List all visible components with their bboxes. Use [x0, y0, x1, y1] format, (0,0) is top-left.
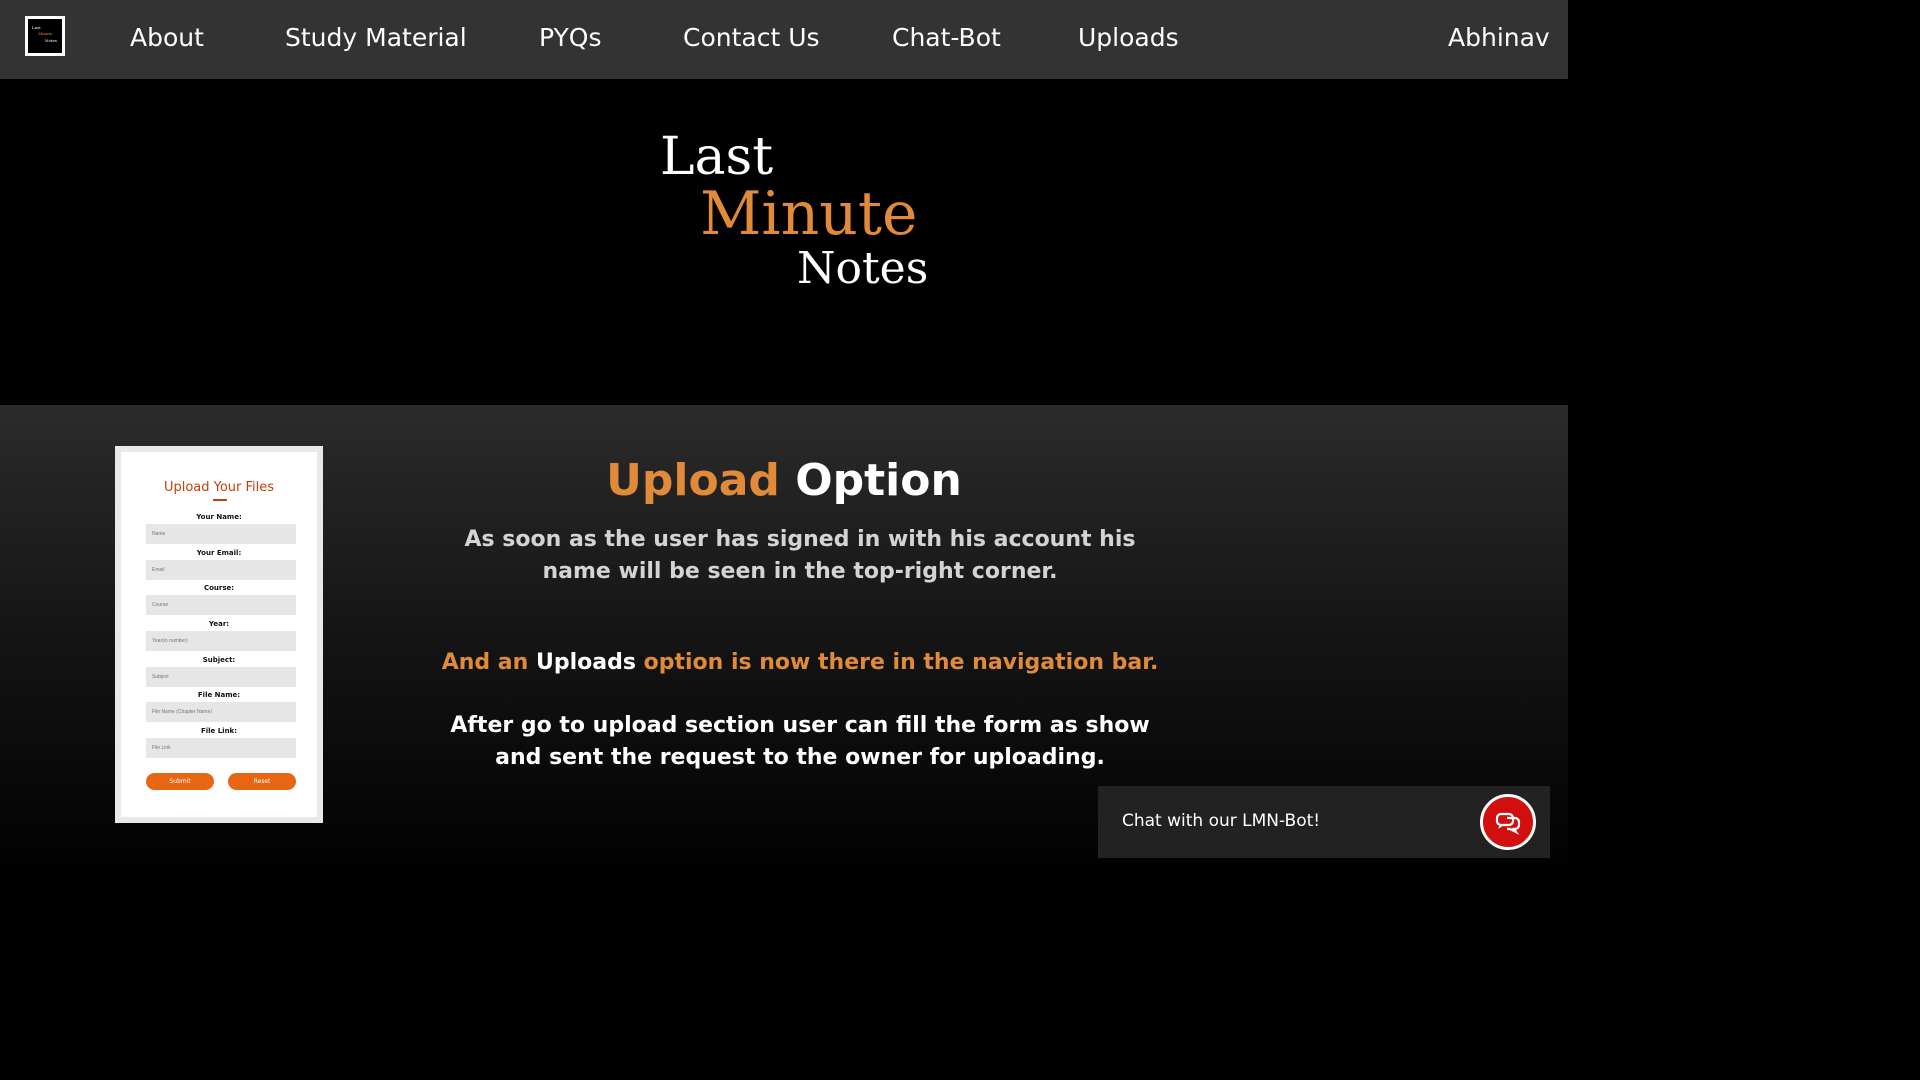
form-label-year: Year: [208, 620, 230, 628]
chat-bubbles-icon [1495, 812, 1521, 835]
form-title-underline [213, 499, 227, 501]
form-file-link-input[interactable] [146, 738, 296, 758]
nav-link-chat-bot[interactable]: Chat-Bot [892, 23, 1001, 52]
chat-open-button[interactable] [1480, 794, 1536, 850]
hero-logo-minute: Minute [700, 179, 918, 249]
form-file-name-input[interactable] [146, 702, 296, 722]
p2-uploads-highlight: Uploads [535, 650, 636, 675]
nav-user-name[interactable]: Abhinav [1448, 23, 1550, 52]
nav-logo-line3: Notes [45, 38, 57, 43]
nav-link-study-material[interactable]: Study Material [285, 23, 467, 52]
form-label-course: Course: [203, 584, 235, 592]
chat-widget[interactable]: Chat with our LMN-Bot! [1098, 786, 1550, 858]
paragraph-signin: As soon as the user has signed in with h… [464, 527, 1136, 584]
form-name-input[interactable] [146, 524, 296, 544]
form-label-email: Your Email: [196, 549, 242, 557]
nav-link-contact-us[interactable]: Contact Us [683, 23, 820, 52]
upload-form-preview: Upload Your Files Your Name: Your Email:… [115, 446, 323, 823]
paragraph-uploads-option: And an Uploads option is now there in th… [430, 647, 1170, 679]
form-year-input[interactable] [146, 631, 296, 651]
form-label-name: Your Name: [196, 513, 242, 521]
form-email-input[interactable] [146, 560, 296, 580]
form-reset-button[interactable]: Reset [228, 773, 296, 790]
p2-part-c: option is now there in the navigation ba… [643, 650, 1159, 675]
form-submit-button[interactable]: Submit [146, 773, 214, 790]
nav-link-about[interactable]: About [130, 23, 204, 52]
form-subject-input[interactable] [146, 667, 296, 687]
p2-part-a: And an [441, 650, 529, 675]
section-heading: Upload Option [560, 455, 1008, 506]
heading-accent: Upload [606, 455, 780, 506]
nav-logo-line1: Last [32, 25, 41, 30]
hero-logo-notes: Notes [797, 243, 929, 294]
heading-rest: Option [795, 455, 962, 506]
form-course-input[interactable] [146, 595, 296, 615]
hero-logo-last: Last [660, 127, 774, 187]
navbar: Last Minute Notes About Study Material P… [0, 0, 1568, 79]
nav-logo-line2: Minute [38, 31, 53, 36]
nav-link-pyqs[interactable]: PYQs [539, 23, 602, 52]
nav-logo[interactable]: Last Minute Notes [25, 16, 65, 56]
chat-label: Chat with our LMN-Bot! [1122, 811, 1321, 831]
form-label-file-link: File Link: [200, 727, 238, 735]
form-title: Upload Your Files [163, 480, 275, 495]
hero-banner: Last Minute Notes [0, 79, 1568, 405]
nav-link-uploads[interactable]: Uploads [1078, 23, 1179, 52]
form-label-subject: Subject: [202, 656, 236, 664]
form-label-file-name: File Name: [197, 691, 241, 699]
paragraph-upload-form: After go to upload section user can fill… [450, 713, 1150, 770]
